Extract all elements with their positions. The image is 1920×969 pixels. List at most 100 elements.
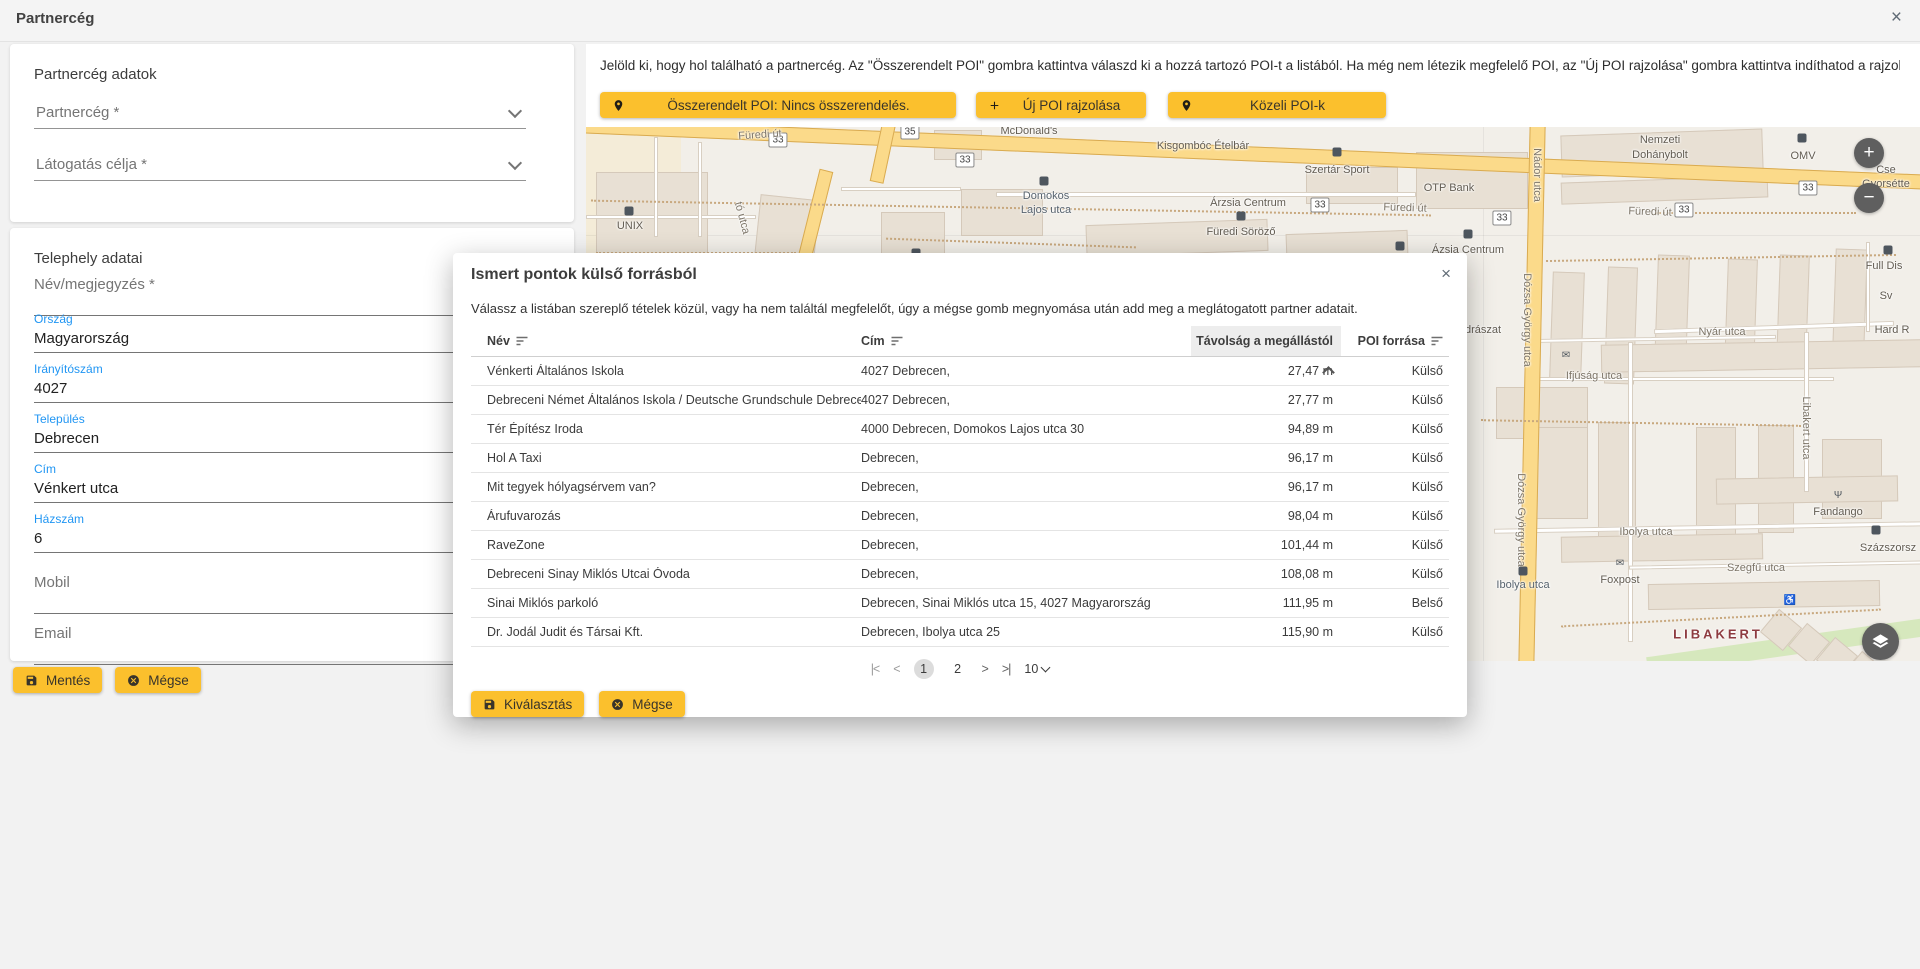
map-pin-icon xyxy=(612,98,625,113)
route-shield: 33 xyxy=(1310,198,1329,213)
table-row[interactable]: Tér Építész Iroda4000 Debrecen, Domokos … xyxy=(471,415,1449,444)
toolbar-button-0[interactable]: Összerendelt POI: Nincs összerendelés. xyxy=(600,92,956,118)
table-row[interactable]: Dr. Jodál Judit és Társai Kft.Debrecen, … xyxy=(471,618,1449,647)
map-label-street: Ifjúság utca xyxy=(1566,370,1622,382)
table-row[interactable]: Vénkerti Általános Iskola4027 Debrecen,2… xyxy=(471,357,1449,386)
table-row[interactable]: Mit tegyek hólyagsérvem van?Debrecen,96,… xyxy=(471,473,1449,502)
toolbar-button-2[interactable]: Közeli POI-k xyxy=(1168,92,1386,118)
route-shield: 33 xyxy=(955,153,974,168)
zoom-in-button[interactable]: + xyxy=(1854,138,1884,168)
pagination: |< <12 > >| 10 xyxy=(471,659,1449,679)
map-label-stop: Domokos xyxy=(1023,190,1069,202)
form-actions: Mentés Mégse xyxy=(13,667,201,693)
cell: Belső xyxy=(1341,596,1445,610)
table-row[interactable]: RaveZoneDebrecen,101,44 mKülső xyxy=(471,531,1449,560)
map-label-poi: Sv xyxy=(1880,290,1893,302)
table-row[interactable]: Hol A TaxiDebrecen,96,17 mKülső xyxy=(471,444,1449,473)
chevron-down-icon xyxy=(1041,663,1051,673)
route-shield: 35 xyxy=(900,127,919,140)
toolbar-button-label: Közeli POI-k xyxy=(1201,98,1374,113)
map-label-poi: Fandango xyxy=(1813,506,1863,518)
cell: 96,17 m xyxy=(1191,480,1341,494)
known-points-modal: Ismert pontok külső forrásból × Válassz … xyxy=(453,253,1467,717)
map-label-poi: Árzsia Centrum xyxy=(1210,197,1286,209)
toolbar-button-1[interactable]: Új POI rajzolása xyxy=(976,92,1146,118)
bag-icon xyxy=(1333,148,1342,157)
mail-icon: ✉ xyxy=(1616,559,1624,569)
partner-data-card: Partnercég adatok Partnercég *Látogatás … xyxy=(10,44,574,222)
table-row[interactable]: Sinai Miklós parkolóDebrecen, Sinai Mikl… xyxy=(471,589,1449,618)
select-field-0[interactable]: Partnercég * xyxy=(34,98,526,129)
column-header-4[interactable]: POI forrása xyxy=(1341,334,1445,348)
partner-company-screen: Partnercég × Partnercég adatok Partnercé… xyxy=(0,0,1920,969)
map-label-street: Füredi út xyxy=(1628,205,1672,219)
cell: 4027 Debrecen, xyxy=(861,393,1191,407)
map-label-poi: Nemzeti xyxy=(1640,134,1680,146)
select-button[interactable]: Kiválasztás xyxy=(471,691,584,717)
cell: Debrecen, xyxy=(861,480,1191,494)
select-placeholder: Partnercég * xyxy=(36,104,119,121)
map-label-poi: Full Dis xyxy=(1866,260,1903,272)
map-toolbar-panel: Jelöld ki, hogy hol található a partnerc… xyxy=(586,44,1920,127)
page-button-1[interactable]: 1 xyxy=(914,659,934,679)
map-label-street: Dózsa György utca xyxy=(1515,473,1527,567)
save-button[interactable]: Mentés xyxy=(13,667,102,693)
table-row[interactable]: Debreceni Német Általános Iskola / Deuts… xyxy=(471,386,1449,415)
map-label-street: Ibolya utca xyxy=(1619,526,1672,538)
cell: Külső xyxy=(1341,451,1445,465)
chevron-down-icon xyxy=(508,104,522,118)
cell: Debrecen, xyxy=(861,538,1191,552)
cell: Vénkerti Általános Iskola xyxy=(471,364,861,378)
cell: Mit tegyek hólyagsérvem van? xyxy=(471,480,861,494)
cell: Debreceni Sinay Miklós Utcai Óvoda xyxy=(471,567,861,581)
select-field-1[interactable]: Látogatás célja * xyxy=(34,150,526,181)
tooth-icon xyxy=(1396,242,1405,251)
map-label-poi: OTP Bank xyxy=(1424,182,1475,194)
cell: 94,89 m xyxy=(1191,422,1341,436)
column-header-2[interactable]: Cím xyxy=(861,334,1191,348)
column-header-3[interactable]: Távolság a megállástól xyxy=(1191,326,1341,356)
table-row[interactable]: ÁrufuvarozásDebrecen,98,04 mKülső xyxy=(471,502,1449,531)
cell: 101,44 m xyxy=(1191,538,1341,552)
cell: Külső xyxy=(1341,422,1445,436)
sort-icon xyxy=(1431,336,1443,346)
cell: Külső xyxy=(1341,509,1445,523)
prev-page-icon[interactable]: < xyxy=(893,662,899,676)
cancel-label: Mégse xyxy=(148,673,189,688)
cell: 27,47 m xyxy=(1191,364,1341,378)
cancel-icon xyxy=(127,674,140,687)
map-label-street: Szegfű utca xyxy=(1727,562,1785,574)
map-label-street: Libakert utca xyxy=(1800,397,1812,460)
first-page-icon[interactable]: |< xyxy=(871,662,880,676)
page-size-select[interactable]: 10 xyxy=(1024,662,1049,676)
column-header-1[interactable]: Név xyxy=(471,334,861,348)
select-label: Kiválasztás xyxy=(504,697,572,712)
table-row[interactable]: Debreceni Sinay Miklós Utcai ÓvodaDebrec… xyxy=(471,560,1449,589)
cell: 96,17 m xyxy=(1191,451,1341,465)
cell: RaveZone xyxy=(471,538,861,552)
window-close-icon[interactable]: × xyxy=(1891,7,1902,29)
save-icon xyxy=(483,698,496,711)
map-label-poi: Füredi Söröző xyxy=(1206,226,1275,238)
cell: 111,95 m xyxy=(1191,596,1341,610)
map-label-street: Füredi út xyxy=(1383,201,1427,215)
layers-button[interactable] xyxy=(1862,623,1899,660)
cell: Debrecen, xyxy=(861,509,1191,523)
zoom-out-button[interactable]: − xyxy=(1854,183,1884,213)
cell: 108,08 m xyxy=(1191,567,1341,581)
last-page-icon[interactable]: >| xyxy=(1002,662,1011,676)
page-button-2[interactable]: 2 xyxy=(948,659,968,679)
modal-cancel-button[interactable]: Mégse xyxy=(599,691,685,717)
next-page-icon[interactable]: > xyxy=(982,662,988,676)
map-label-poi: Szertár Sport xyxy=(1305,164,1370,176)
modal-close-icon[interactable]: × xyxy=(1441,264,1451,284)
cell: Dr. Jodál Judit és Társai Kft. xyxy=(471,625,861,639)
save-icon xyxy=(25,674,38,687)
modal-actions: Kiválasztás Mégse xyxy=(471,691,1449,717)
cancel-button[interactable]: Mégse xyxy=(115,667,201,693)
map-label-poi: Kisgombóc Ételbár xyxy=(1157,140,1249,152)
car-icon xyxy=(625,207,634,216)
cell: 4027 Debrecen, xyxy=(861,364,1191,378)
bus-icon xyxy=(1519,567,1528,576)
cell: 27,77 m xyxy=(1191,393,1341,407)
